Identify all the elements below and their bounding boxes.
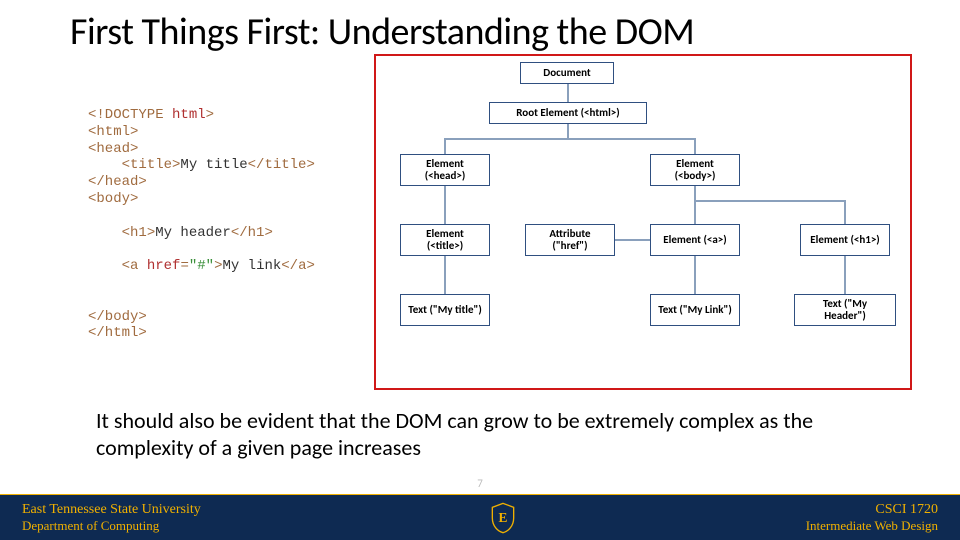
footer-department: Department of Computing	[22, 518, 201, 534]
code-token: <body>	[88, 191, 138, 207]
code-token: =	[180, 258, 188, 274]
connector	[567, 124, 569, 138]
code-token: <h1>	[122, 225, 156, 241]
code-token: <html>	[88, 124, 138, 140]
footer-course-name: Intermediate Web Design	[806, 518, 938, 534]
node-document: Document	[520, 62, 614, 84]
connector	[694, 200, 696, 224]
footer-bar: East Tennessee State University Departme…	[0, 494, 960, 540]
code-token: My title	[180, 157, 247, 173]
slide-body-text: It should also be evident that the DOM c…	[96, 408, 876, 462]
connector	[694, 200, 846, 202]
page-number: 7	[477, 477, 483, 490]
node-a: Element (<a>)	[650, 224, 740, 256]
node-text-title: Text ("My title")	[400, 294, 490, 326]
node-text-header: Text ("My Header")	[794, 294, 896, 326]
html-source-code: <!DOCTYPE html> <html> <head> <title>My …	[88, 107, 315, 342]
node-text-link: Text ("My Link")	[650, 294, 740, 326]
dom-tree-diagram: Document Root Element (<html>) Element (…	[390, 62, 908, 382]
code-token: </body>	[88, 309, 147, 325]
code-token: <head>	[88, 141, 138, 157]
node-attr-href: Attribute ("href")	[525, 224, 615, 256]
node-root-html: Root Element (<html>)	[489, 102, 647, 124]
code-token: html	[172, 107, 206, 123]
node-title: Element (<title>)	[400, 224, 490, 256]
node-body: Element (<body>)	[650, 154, 740, 186]
footer-course-code: CSCI 1720	[875, 502, 938, 517]
code-token: </h1>	[231, 225, 273, 241]
connector	[567, 84, 569, 102]
connector	[444, 186, 446, 224]
connector	[694, 256, 696, 294]
node-h1: Element (<h1>)	[800, 224, 890, 256]
shield-letter: E	[499, 510, 508, 525]
connector	[615, 239, 650, 241]
code-token: My header	[155, 225, 231, 241]
code-token: </title>	[248, 157, 315, 173]
code-token: >	[206, 107, 214, 123]
slide-title: First Things First: Understanding the DO…	[70, 12, 694, 53]
code-token: My link	[222, 258, 281, 274]
connector	[694, 186, 696, 200]
code-token: </html>	[88, 325, 147, 341]
slide: First Things First: Understanding the DO…	[0, 0, 960, 540]
code-token: "#"	[189, 258, 214, 274]
code-token: <title>	[122, 157, 181, 173]
etsu-shield-icon: E	[489, 502, 517, 534]
code-token: <a	[122, 258, 147, 274]
code-token: href	[147, 258, 181, 274]
footer-left: East Tennessee State University Departme…	[22, 501, 201, 535]
footer-university: East Tennessee State University	[22, 502, 201, 517]
connector	[844, 256, 846, 294]
code-token: </head>	[88, 174, 147, 190]
footer-right: CSCI 1720 Intermediate Web Design	[806, 501, 938, 535]
connector	[844, 200, 846, 224]
connector	[694, 140, 696, 154]
connector	[444, 138, 696, 140]
connector	[444, 256, 446, 294]
connector	[444, 140, 446, 154]
node-head: Element (<head>)	[400, 154, 490, 186]
code-token: <!DOCTYPE	[88, 107, 172, 123]
code-token: </a>	[281, 258, 315, 274]
